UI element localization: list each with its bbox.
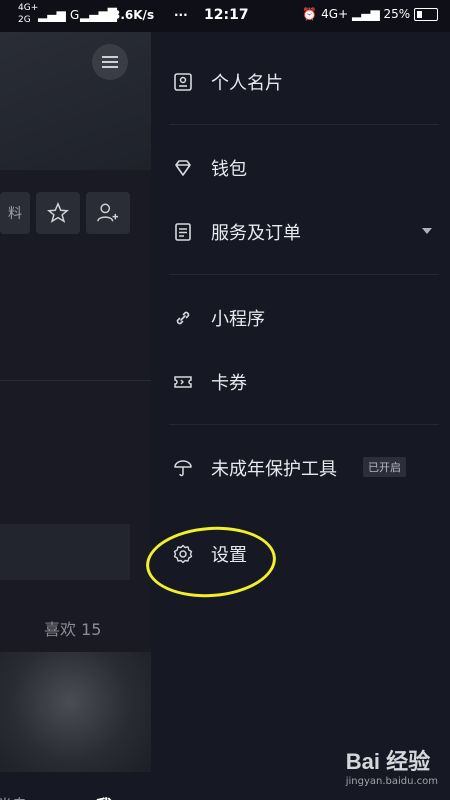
menu-button[interactable] — [92, 44, 128, 80]
id-card-icon — [173, 72, 193, 92]
drawer-item-coupons[interactable]: 卡券 — [151, 356, 450, 408]
side-drawer: 个人名片 钱包 服务及订单 小程序 卡券 未成年保护工具 已开启 设置 — [151, 32, 450, 800]
watermark: Bai 经验 jingyan.baidu.com — [346, 744, 438, 787]
network-top-label: 4G+ — [18, 3, 39, 13]
edit-profile-label: 料 — [8, 206, 22, 222]
battery-percent: 25% — [383, 7, 411, 21]
hamburger-icon — [102, 56, 118, 68]
add-user-icon — [97, 203, 119, 222]
signal-icon-3: ▂▄▆ — [351, 7, 380, 21]
network-speed: 3.6K/s — [112, 8, 155, 22]
diamond-icon — [173, 158, 193, 178]
profile-page-background: 料 喜欢 15 消息 我 — [0, 32, 151, 800]
drawer-item-business-card[interactable]: 个人名片 — [151, 56, 450, 108]
alarm-icon: ⏰ — [302, 7, 318, 21]
likes-tab[interactable]: 喜欢 15 — [44, 616, 101, 640]
drawer-item-minor-protection[interactable]: 未成年保护工具 已开启 — [151, 442, 450, 494]
drawer-item-label: 服务及订单 — [211, 223, 301, 244]
network-right-label: 4G+ — [321, 7, 349, 21]
tab-messages[interactable]: 消息 — [0, 792, 28, 800]
more-icon: ··· — [174, 8, 188, 22]
drawer-item-label: 小程序 — [211, 309, 265, 330]
umbrella-icon — [173, 458, 193, 478]
edit-profile-button[interactable]: 料 — [0, 192, 30, 234]
drawer-item-services-orders[interactable]: 服务及订单 — [151, 206, 450, 258]
drawer-item-label: 未成年保护工具 — [211, 459, 337, 480]
video-thumbnail[interactable] — [0, 652, 151, 772]
drawer-divider — [169, 274, 439, 275]
drawer-divider — [169, 124, 439, 125]
drawer-divider — [169, 424, 439, 425]
divider — [0, 380, 151, 381]
drawer-item-wallet[interactable]: 钱包 — [151, 142, 450, 194]
watermark-logo: Bai 经验 — [345, 749, 431, 774]
expand-arrow-icon[interactable] — [422, 228, 432, 234]
carrier-type-label: G — [70, 8, 80, 22]
drawer-item-label: 钱包 — [211, 159, 247, 180]
add-friend-button[interactable] — [86, 192, 130, 234]
status-right: ⏰ 4G+ ▂▄▆ 25% — [302, 7, 438, 21]
network-bottom-label: 2G — [18, 15, 31, 25]
drawer-item-mini-programs[interactable]: 小程序 — [151, 292, 450, 344]
network-indicator: 4G+ 2G — [18, 2, 38, 26]
battery-icon — [414, 8, 438, 21]
favorites-button[interactable] — [36, 192, 80, 234]
status-bar: 4G+ 2G ▂▄▆ G ▂▄▆█ 3.6K/s ··· 12:17 ⏰ 4G+… — [0, 0, 450, 32]
drawer-item-label: 个人名片 — [211, 73, 283, 94]
link-icon — [173, 308, 193, 328]
watermark-site: jingyan.baidu.com — [345, 776, 438, 787]
signal-icon: ▂▄▆ — [38, 8, 66, 22]
star-icon — [47, 202, 69, 223]
list-icon — [173, 222, 193, 242]
clock: 12:17 — [204, 7, 249, 23]
bottom-nav: 消息 我 — [0, 772, 151, 800]
content-card — [0, 524, 130, 580]
tab-me[interactable]: 我 — [96, 792, 113, 800]
drawer-item-label: 卡券 — [211, 373, 247, 394]
profile-header — [0, 32, 151, 170]
status-badge: 已开启 — [363, 457, 406, 477]
ticket-icon — [173, 372, 193, 392]
